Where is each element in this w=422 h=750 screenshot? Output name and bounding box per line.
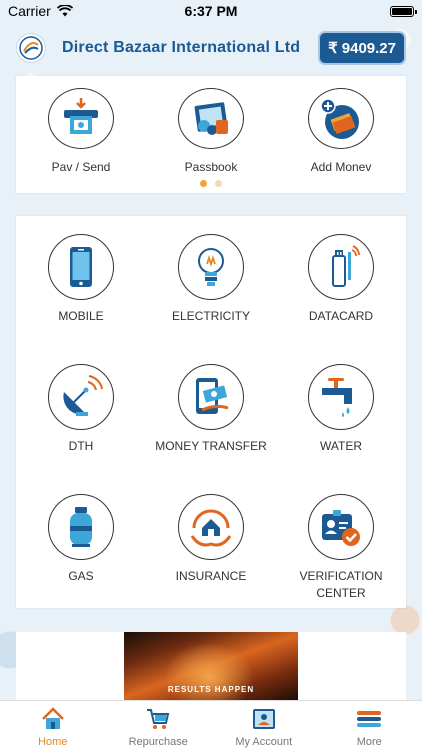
tab-label: Repurchase <box>128 736 188 748</box>
service-label: VERIFICATION CENTER <box>299 569 383 600</box>
service-label: MOBILE <box>58 309 104 323</box>
service-label: DATACARD <box>308 309 374 323</box>
service-electricity[interactable]: ELECTRICITY <box>146 216 276 346</box>
service-label: DTH <box>68 439 94 453</box>
service-label: WATER <box>320 439 362 453</box>
add-money-icon <box>308 88 374 149</box>
service-water[interactable]: WATER <box>276 346 406 476</box>
services-grid: MOBILE ELECTRICITY DATACARD DTH MONEY TR… <box>16 216 406 606</box>
carousel-dots <box>16 180 406 187</box>
services-card: MOBILE ELECTRICITY DATACARD DTH MONEY TR… <box>16 216 406 608</box>
battery-icon <box>390 5 417 17</box>
quick-action-add-money[interactable]: Add Monev <box>276 76 406 176</box>
tab-repurchase[interactable]: Repurchase <box>106 701 212 750</box>
company-logo <box>16 33 46 63</box>
account-icon <box>252 709 275 729</box>
mobile-icon <box>48 234 114 300</box>
service-label: GAS <box>68 569 94 583</box>
menu-icon <box>357 711 382 727</box>
service-label: MONEY TRANSFER <box>155 439 267 453</box>
promo-banner[interactable]: RESULTS HAPPEN <box>16 632 406 700</box>
carousel-dot-active[interactable] <box>200 180 207 187</box>
service-insurance[interactable]: INSURANCE <box>146 476 276 606</box>
tab-label: My Account <box>235 736 293 748</box>
service-dth[interactable]: DTH <box>16 346 146 476</box>
tab-label: More <box>356 736 382 748</box>
bulb-icon <box>178 234 244 300</box>
satellite-dish-icon <box>48 364 114 430</box>
atm-cash-icon <box>48 88 114 149</box>
cart-icon <box>147 709 170 729</box>
service-label: ELECTRICITY <box>171 309 250 323</box>
quick-action-passbook[interactable]: Passbook <box>146 76 276 176</box>
gas-cylinder-icon <box>48 494 114 560</box>
datacard-icon <box>308 234 374 300</box>
service-verification-center[interactable]: VERIFICATION CENTER <box>276 476 406 606</box>
tab-my-account[interactable]: My Account <box>211 701 317 750</box>
service-datacard[interactable]: DATACARD <box>276 216 406 346</box>
status-left: Carrier <box>8 3 73 19</box>
service-gas[interactable]: GAS <box>16 476 146 606</box>
carousel-dot[interactable] <box>215 180 222 187</box>
service-label: INSURANCE <box>175 569 247 583</box>
tab-more[interactable]: More <box>317 701 422 750</box>
battery-fill <box>392 7 412 15</box>
logo-mark-icon <box>19 36 43 60</box>
banner-image: RESULTS HAPPEN <box>124 632 298 700</box>
passbook-icon <box>178 88 244 149</box>
quick-action-pay-send[interactable]: Pav / Send <box>16 76 146 176</box>
money-transfer-icon <box>178 364 244 430</box>
home-icon <box>41 707 64 729</box>
quick-actions-grid: Pav / Send Passbook Add Monev <box>16 76 406 176</box>
banner-text: RESULTS HAPPEN <box>167 685 255 694</box>
bottom-tab-bar: Home Repurchase My Account More <box>0 700 422 750</box>
id-verification-icon <box>308 494 374 560</box>
page-title: Direct Bazaar International Ltd <box>62 39 301 56</box>
app-header: Direct Bazaar International Ltd ₹ 9409.2… <box>0 30 422 66</box>
tab-label: Home <box>38 736 68 748</box>
quick-action-label: Passbook <box>184 160 238 174</box>
insurance-icon <box>178 494 244 560</box>
water-tap-icon <box>308 364 374 430</box>
quick-action-label: Add Monev <box>310 160 372 174</box>
service-mobile[interactable]: MOBILE <box>16 216 146 346</box>
quick-actions-card: Pav / Send Passbook Add Monev <box>16 76 406 193</box>
wifi-icon <box>56 5 73 17</box>
carrier-label: Carrier <box>8 3 51 19</box>
service-money-transfer[interactable]: MONEY TRANSFER <box>146 346 276 476</box>
quick-action-label: Pav / Send <box>51 160 111 174</box>
status-bar: Carrier 6:37 PM <box>0 0 422 22</box>
wallet-balance-button[interactable]: ₹ 9409.27 <box>318 31 406 65</box>
tab-home[interactable]: Home <box>0 701 106 750</box>
